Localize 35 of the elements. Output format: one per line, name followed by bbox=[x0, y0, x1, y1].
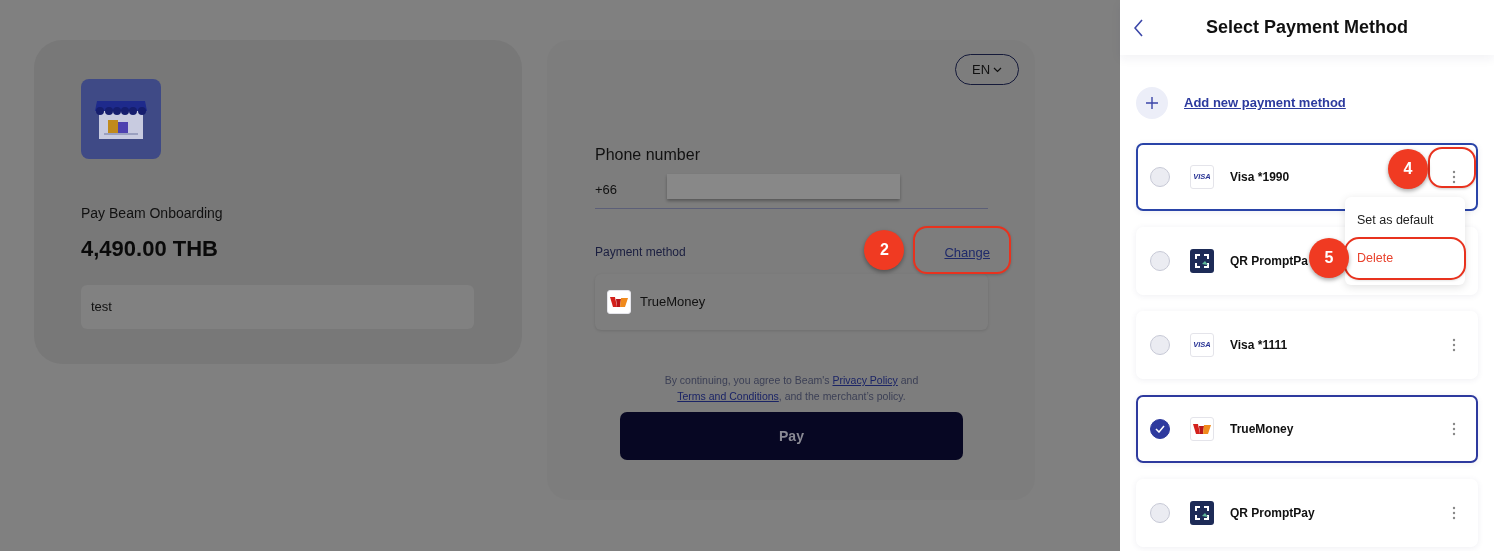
panel-title: Select Payment Method bbox=[1205, 16, 1409, 39]
merchant-name: Pay Beam Onboarding bbox=[81, 204, 224, 223]
change-link[interactable]: Change bbox=[944, 245, 990, 260]
payment-method-label: Payment method bbox=[595, 244, 686, 261]
chevron-down-icon bbox=[993, 66, 1003, 73]
back-icon[interactable] bbox=[1134, 18, 1144, 37]
payment-method-row[interactable]: TrueMoney bbox=[1136, 395, 1478, 463]
radio-button[interactable] bbox=[1150, 419, 1170, 439]
store-icon bbox=[81, 79, 161, 159]
add-icon[interactable] bbox=[1136, 87, 1168, 119]
phone-field[interactable]: +66 bbox=[595, 171, 988, 209]
phone-label: Phone number bbox=[595, 145, 701, 165]
method-name: Visa *1990 bbox=[1230, 169, 1290, 186]
amount: 4,490.00 THB bbox=[81, 235, 219, 263]
method-name: TrueMoney bbox=[640, 293, 706, 312]
qr-icon bbox=[1190, 249, 1214, 273]
method-name: TrueMoney bbox=[1230, 421, 1294, 438]
consent-text: By continuing, you agree to Beam's Privacy Policy and Terms and Conditions, and the merchant’s policy. bbox=[663, 373, 920, 404]
note-field[interactable]: test bbox=[81, 285, 474, 329]
add-method-link[interactable]: Add new payment method bbox=[1184, 93, 1346, 113]
payment-method-row[interactable]: QR PromptPay bbox=[1136, 479, 1478, 547]
pay-button[interactable]: Pay bbox=[620, 412, 963, 460]
wallet-logo bbox=[1190, 417, 1214, 441]
step-badge: 4 bbox=[1388, 149, 1428, 189]
check-icon bbox=[1155, 425, 1165, 433]
step-badge: 2 bbox=[864, 230, 905, 270]
method-name: Visa *1111 bbox=[1230, 337, 1288, 354]
qr-icon bbox=[1190, 501, 1214, 525]
country-code: +66 bbox=[595, 180, 618, 199]
method-name: QR PromptPa bbox=[1230, 253, 1308, 270]
policy-link[interactable]: Terms and Conditions bbox=[677, 390, 779, 402]
policy-link[interactable]: Privacy Policy bbox=[832, 374, 898, 386]
method-name: QR PromptPay bbox=[1230, 505, 1315, 522]
highlight-ring bbox=[1428, 147, 1476, 188]
wallet-logo bbox=[607, 290, 631, 314]
